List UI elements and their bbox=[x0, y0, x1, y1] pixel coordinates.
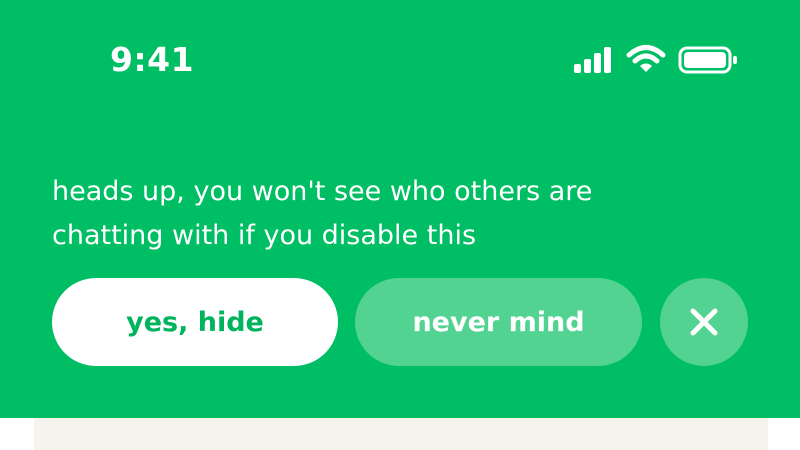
screen: 9:41 heads up, you won't see who others … bbox=[0, 0, 800, 450]
close-button[interactable] bbox=[660, 278, 748, 366]
close-icon bbox=[690, 308, 718, 336]
yes-hide-button[interactable]: yes, hide bbox=[52, 278, 338, 366]
never-mind-button[interactable]: never mind bbox=[355, 278, 642, 366]
cellular-signal-icon bbox=[574, 47, 611, 73]
battery-icon bbox=[678, 46, 737, 74]
status-icons bbox=[572, 45, 742, 74]
status-time: 9:41 bbox=[110, 40, 195, 79]
warning-banner: 9:41 heads up, you won't see who others … bbox=[0, 0, 800, 418]
status-bar: 9:41 bbox=[0, 0, 800, 110]
wifi-icon bbox=[626, 45, 666, 72]
content-card-edge bbox=[34, 418, 768, 450]
banner-message: heads up, you won't see who others are c… bbox=[52, 176, 593, 251]
